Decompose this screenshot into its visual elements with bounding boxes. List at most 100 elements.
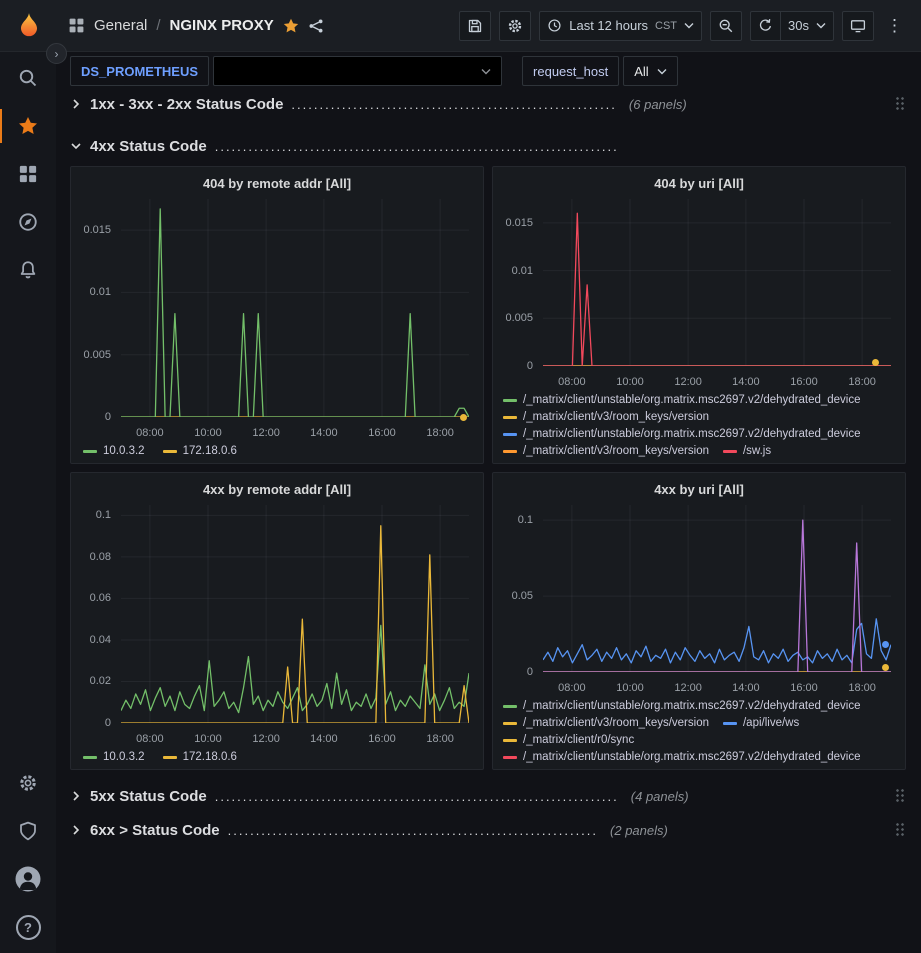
refresh-icon — [758, 18, 773, 33]
sidebar-item-alerting[interactable] — [0, 246, 56, 294]
x-tick-label: 12:00 — [670, 376, 706, 388]
monitor-icon — [850, 18, 866, 34]
time-series-chart[interactable]: 00.0050.010.015 08:0010:0012:0014:0016:0… — [79, 197, 475, 439]
search-icon — [18, 68, 38, 88]
sidebar-item-dashboards[interactable] — [0, 150, 56, 198]
request-host-variable-label[interactable]: request_host — [522, 56, 619, 86]
x-tick-label: 14:00 — [306, 427, 342, 439]
sidebar-item-explore[interactable] — [0, 198, 56, 246]
panel-title[interactable]: 4xx by remote addr [All] — [79, 477, 475, 503]
legend-item[interactable]: /_matrix/client/unstable/org.matrix.msc2… — [503, 428, 861, 440]
legend-label: /api/live/ws — [743, 717, 799, 729]
plot-area — [121, 199, 469, 417]
panel-404-by-uri-all: 404 by uri [All] 00.0050.010.015 08:0010… — [492, 166, 906, 464]
legend-item[interactable]: 172.18.0.6 — [163, 751, 237, 763]
time-range-label: Last 12 hours — [569, 18, 648, 33]
y-axis: 00.050.1 — [501, 505, 539, 672]
refresh-button[interactable] — [750, 11, 781, 41]
row-header-6xx[interactable]: 6xx > Status Code ......................… — [70, 816, 906, 844]
dashboard-title[interactable]: NGINX PROXY — [170, 17, 274, 34]
x-tick-label: 18:00 — [422, 733, 458, 745]
row-dots: ........................................… — [291, 97, 617, 112]
legend-label: /_matrix/client/r0/sync — [523, 734, 634, 746]
legend-label: 172.18.0.6 — [183, 445, 237, 457]
help-glyph: ? — [24, 920, 32, 935]
sidebar-item-starred[interactable] — [0, 102, 56, 150]
chevron-down-icon — [70, 140, 82, 152]
sidebar-item-search[interactable] — [0, 54, 56, 102]
sidebar-expand-toggle[interactable]: › — [46, 43, 67, 64]
breadcrumb-folder[interactable]: General — [94, 17, 147, 34]
refresh-button-group: 30s — [750, 11, 834, 41]
cycle-view-mode-button[interactable] — [842, 11, 874, 41]
sidebar-item-configuration[interactable] — [0, 759, 56, 807]
sidebar-item-server-admin[interactable] — [0, 807, 56, 855]
share-icon[interactable] — [308, 18, 324, 34]
row-drag-handle[interactable] — [895, 822, 906, 838]
legend-item[interactable]: 172.18.0.6 — [163, 445, 237, 457]
x-tick-label: 18:00 — [422, 427, 458, 439]
row-header-1xx-3xx-2xx[interactable]: 1xx - 3xx - 2xx Status Code ............… — [70, 90, 906, 118]
row-drag-handle[interactable] — [895, 788, 906, 804]
legend-item[interactable]: /_matrix/client/r0/sync — [503, 734, 634, 746]
clock-icon — [547, 18, 562, 33]
row-drag-handle[interactable] — [895, 96, 906, 112]
datasource-value-select[interactable] — [213, 56, 502, 86]
x-tick-label: 10:00 — [190, 733, 226, 745]
legend-label: /_matrix/client/v3/room_keys/version — [523, 445, 709, 457]
chevron-right-glyph: › — [55, 47, 59, 61]
top-navbar: General / NGINX PROXY — [0, 0, 921, 52]
star-filled-icon[interactable] — [283, 18, 299, 34]
sidebar-top-section — [0, 54, 56, 294]
left-sidebar: ? — [0, 52, 56, 953]
sidebar-item-profile[interactable] — [0, 855, 56, 903]
time-series-chart[interactable]: 00.050.1 08:0010:0012:0014:0016:0018:00 — [501, 503, 897, 694]
time-series-chart[interactable]: 00.020.040.060.080.1 08:0010:0012:0014:0… — [79, 503, 475, 745]
y-axis: 00.0050.010.015 — [501, 199, 539, 366]
dashboard-settings-button[interactable] — [499, 11, 531, 41]
kebab-menu-icon[interactable]: ⋮ — [882, 16, 907, 36]
legend-item[interactable]: /sw.js — [723, 445, 771, 457]
chevron-right-icon — [70, 790, 82, 802]
y-tick-label: 0.1 — [96, 509, 111, 521]
datasource-variable-label[interactable]: DS_PROMETHEUS — [70, 56, 209, 86]
time-range-picker[interactable]: Last 12 hours CST — [539, 11, 702, 41]
x-tick-label: 12:00 — [670, 682, 706, 694]
x-tick-label: 14:00 — [728, 682, 764, 694]
panel-title[interactable]: 404 by remote addr [All] — [79, 171, 475, 197]
plot-area — [543, 505, 891, 672]
plot-area — [121, 505, 469, 723]
grafana-logo-icon[interactable] — [14, 12, 44, 40]
dashboard-variables-bar: DS_PROMETHEUS request_host All — [56, 52, 921, 90]
legend-item[interactable]: /api/live/ws — [723, 717, 799, 729]
legend-item[interactable]: /_matrix/client/unstable/org.matrix.msc2… — [503, 751, 861, 763]
chevron-right-icon — [70, 98, 82, 110]
x-tick-label: 16:00 — [364, 427, 400, 439]
request-host-value-select[interactable]: All — [623, 56, 677, 86]
legend: 10.0.3.2 172.18.0.6 — [79, 439, 475, 457]
row-header-5xx[interactable]: 5xx Status Code ........................… — [70, 782, 906, 810]
legend-item[interactable]: 10.0.3.2 — [83, 445, 145, 457]
panel-title[interactable]: 4xx by uri [All] — [501, 477, 897, 503]
legend-item[interactable]: /_matrix/client/unstable/org.matrix.msc2… — [503, 700, 861, 712]
chevron-down-icon — [481, 68, 491, 75]
zoom-out-button[interactable] — [710, 11, 742, 41]
row-header-4xx[interactable]: 4xx Status Code ........................… — [70, 132, 906, 160]
legend: 10.0.3.2 172.18.0.6 — [79, 745, 475, 763]
legend-item[interactable]: 10.0.3.2 — [83, 751, 145, 763]
legend: /_matrix/client/unstable/org.matrix.msc2… — [501, 694, 897, 763]
legend-item[interactable]: /_matrix/client/v3/room_keys/version — [503, 445, 709, 457]
sidebar-item-help[interactable]: ? — [0, 903, 56, 951]
legend-item[interactable]: /_matrix/client/v3/room_keys/version — [503, 411, 709, 423]
legend-label: /_matrix/client/unstable/org.matrix.msc2… — [523, 700, 861, 712]
refresh-interval-select[interactable]: 30s — [781, 11, 834, 41]
time-series-chart[interactable]: 00.0050.010.015 08:0010:0012:0014:0016:0… — [501, 197, 897, 388]
legend-label: 172.18.0.6 — [183, 751, 237, 763]
request-host-value: All — [634, 64, 648, 79]
panel-title[interactable]: 404 by uri [All] — [501, 171, 897, 197]
legend-item[interactable]: /_matrix/client/unstable/org.matrix.msc2… — [503, 394, 861, 406]
legend-item[interactable]: /_matrix/client/v3/room_keys/version — [503, 717, 709, 729]
save-dashboard-button[interactable] — [459, 11, 491, 41]
panels-grid: 404 by remote addr [All] 00.0050.010.015… — [70, 166, 906, 770]
y-tick-label: 0.1 — [518, 514, 533, 526]
